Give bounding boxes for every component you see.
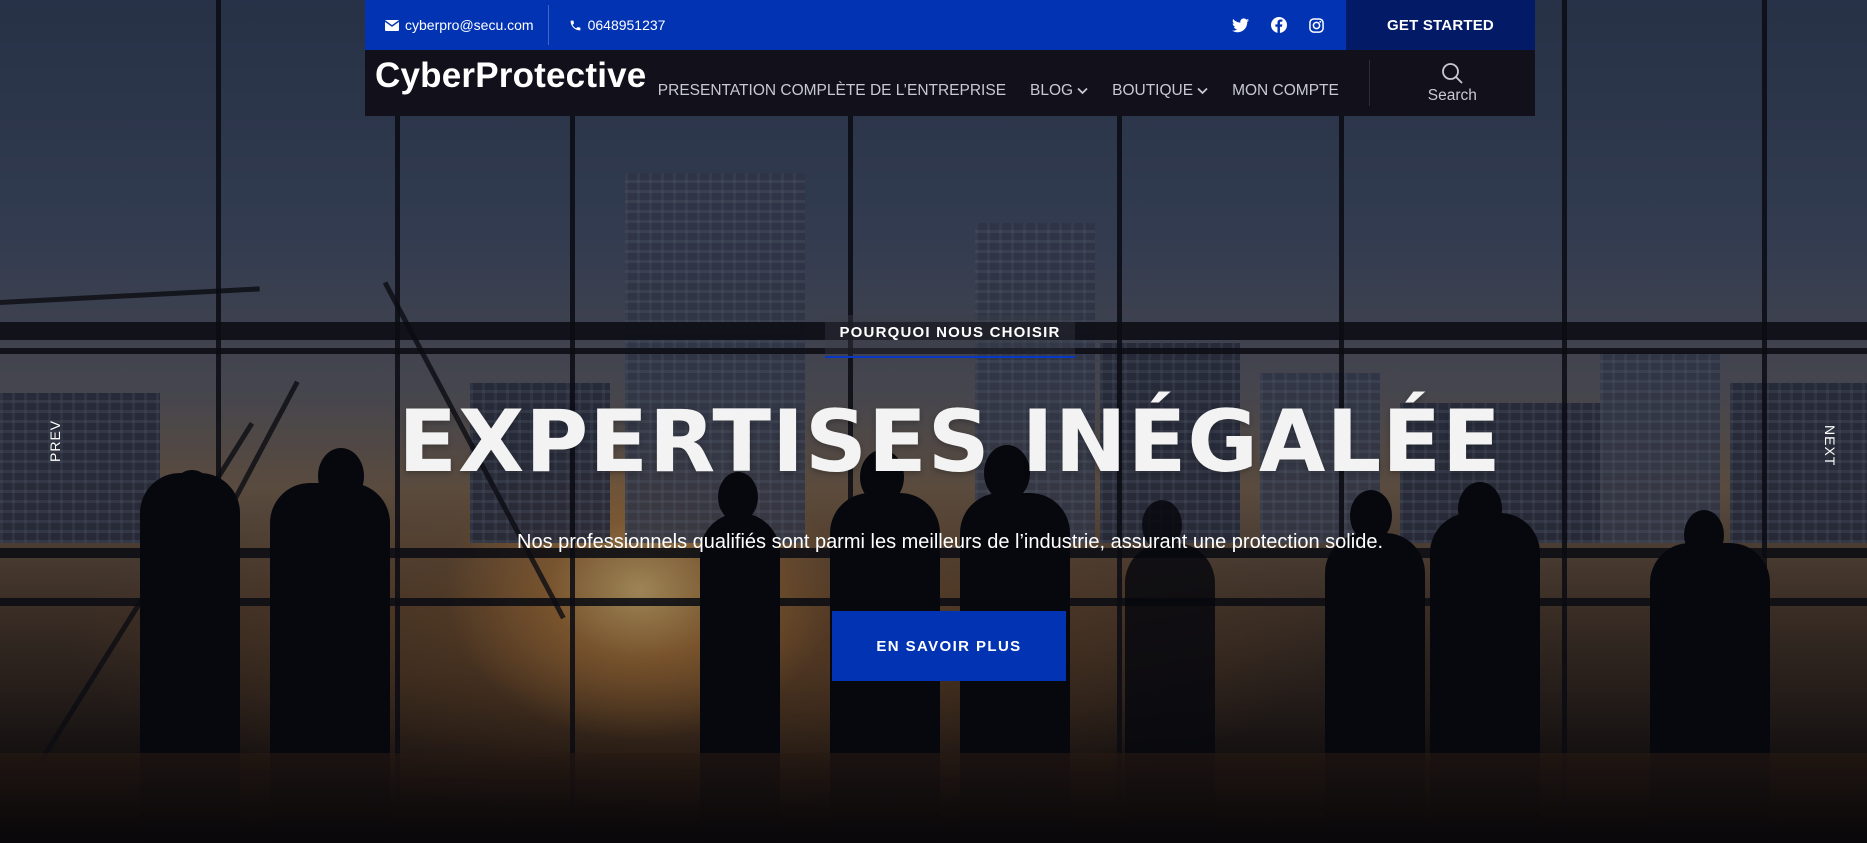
menu-item-boutique[interactable]: BOUTIQUE (1112, 82, 1208, 100)
eyebrow-underline (825, 356, 1075, 358)
facebook-icon[interactable] (1271, 17, 1287, 33)
twitter-icon[interactable] (1232, 17, 1249, 33)
phone-link[interactable]: 0648951237 (549, 0, 680, 50)
phone-text: 0648951237 (587, 17, 666, 33)
phone-icon (570, 20, 580, 30)
search-label: Search (1427, 87, 1477, 104)
slider-prev-button[interactable]: PREV (47, 420, 63, 462)
site-logo[interactable]: CyberProtective (365, 50, 655, 96)
main-navbar: CyberProtective PRESENTATION COMPLÈTE DE… (365, 50, 1535, 116)
top-contact-bar: cyberpro@secu.com 0648951237 GET STARTED (365, 0, 1535, 50)
email-text: cyberpro@secu.com (405, 17, 534, 33)
hero-eyebrow: POURQUOI NOUS CHOISIR (825, 315, 1075, 358)
menu-item-presentation[interactable]: PRESENTATION COMPLÈTE DE L’ENTREPRISE (658, 82, 1006, 100)
social-links (1232, 17, 1346, 33)
menu-item-label: BLOG (1030, 82, 1074, 99)
chevron-down-icon (1197, 87, 1208, 95)
main-menu: PRESENTATION COMPLÈTE DE L’ENTREPRISE BL… (658, 50, 1363, 116)
search-icon (1442, 63, 1463, 84)
search-button[interactable]: Search (1370, 50, 1535, 116)
learn-more-button[interactable]: EN SAVOIR PLUS (832, 611, 1066, 681)
instagram-icon[interactable] (1309, 17, 1324, 33)
envelope-icon (385, 19, 399, 31)
chevron-down-icon (1077, 87, 1088, 95)
hero-subtitle: Nos professionnels qualifiés sont parmi … (517, 531, 1383, 553)
menu-item-label: BOUTIQUE (1112, 82, 1194, 99)
email-link[interactable]: cyberpro@secu.com (365, 0, 548, 50)
menu-item-blog[interactable]: BLOG (1030, 82, 1088, 100)
hero-headline: EXPERTISES INÉGALÉE (398, 392, 1502, 492)
menu-item-label: MON COMPTE (1232, 82, 1339, 99)
menu-item-label: PRESENTATION COMPLÈTE DE L’ENTREPRISE (657, 82, 1007, 99)
get-started-button[interactable]: GET STARTED (1346, 0, 1535, 50)
menu-item-mon-compte[interactable]: MON COMPTE (1232, 82, 1339, 100)
slider-next-button[interactable]: NEXT (1822, 425, 1838, 466)
